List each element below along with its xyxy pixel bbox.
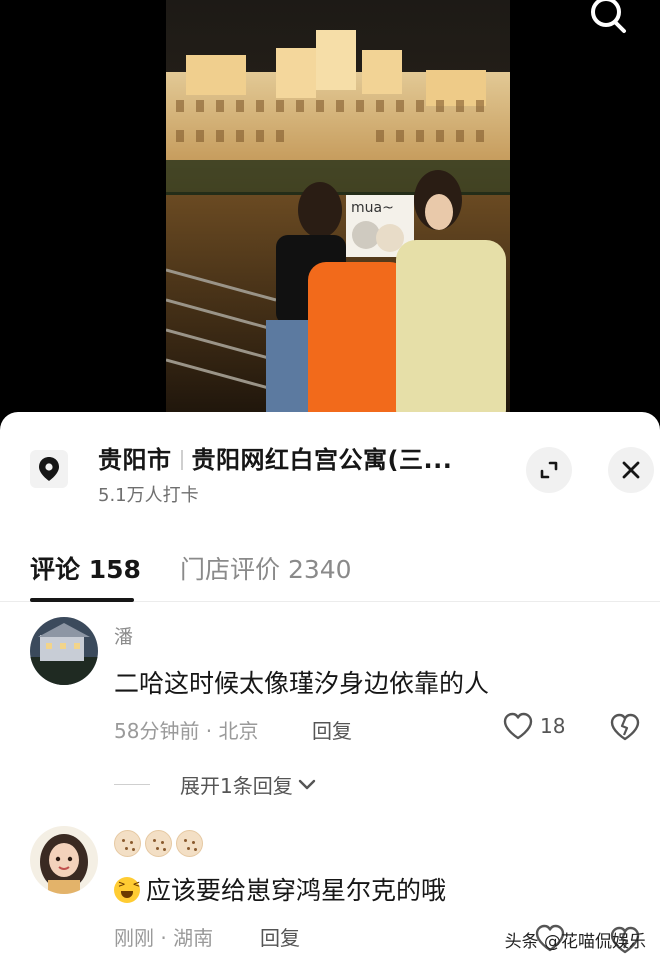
cookie-emoji-icon <box>145 830 172 857</box>
tab-bar: 评论 158 门店评价 2340 <box>0 542 660 602</box>
comment-text-body: 应该要给崽穿鸿星尔克的哦 <box>146 876 447 905</box>
close-icon <box>622 461 640 479</box>
laughing-emoji-icon <box>114 877 142 903</box>
search-button[interactable] <box>586 0 630 40</box>
location-pin-badge <box>30 450 68 488</box>
commenter-name[interactable] <box>114 830 203 857</box>
watermark: 头条 @花喵侃娱乐 <box>504 932 646 952</box>
expand-button[interactable] <box>526 447 572 493</box>
active-tab-indicator <box>30 598 134 602</box>
expand-replies-label: 展开1条回复 <box>180 774 293 798</box>
location-sheet: 贵阳市 贵阳网红白宫公寓(三... 5.1万人打卡 评论 158 门店评价 234… <box>0 412 660 964</box>
like-button[interactable]: 18 <box>502 712 565 740</box>
expand-icon <box>540 461 558 479</box>
reply-button[interactable]: 回复 <box>260 922 300 951</box>
avatar-image <box>30 826 98 894</box>
location-photo[interactable]: mua~ <box>166 0 510 430</box>
location-pin-icon <box>39 457 59 481</box>
search-icon <box>591 0 626 33</box>
close-button[interactable] <box>608 447 654 493</box>
checkin-count: 5.1万人打卡 <box>98 485 199 506</box>
photo-area: mua~ <box>0 0 660 430</box>
tab-comments-count: 158 <box>88 555 141 584</box>
avatar[interactable] <box>30 826 98 894</box>
photo-illustration: mua~ <box>166 0 510 430</box>
tab-comments[interactable]: 评论 158 <box>30 550 141 586</box>
cookie-emoji-icon <box>114 830 141 857</box>
location-title[interactable]: 贵阳市 贵阳网红白宫公寓(三... <box>98 440 452 475</box>
chevron-down-icon <box>298 779 315 789</box>
comment-meta: 刚刚 · 湖南 <box>114 926 214 950</box>
tab-store-reviews[interactable]: 门店评价 2340 <box>180 550 352 586</box>
title-divider <box>180 450 183 470</box>
heart-icon <box>503 712 533 740</box>
avatar-image <box>30 617 98 685</box>
tab-reviews-label: 门店评价 <box>180 555 281 584</box>
location-place: 贵阳网红白宫公寓(三... <box>191 446 453 474</box>
reply-divider <box>114 784 150 785</box>
location-city: 贵阳市 <box>98 446 172 474</box>
dislike-button[interactable] <box>610 713 640 745</box>
broken-heart-icon <box>610 713 640 741</box>
tab-reviews-count: 2340 <box>287 555 352 584</box>
avatar[interactable] <box>30 617 98 685</box>
like-count: 18 <box>540 714 566 738</box>
cookie-emoji-icon <box>176 830 203 857</box>
expand-replies-button[interactable]: 展开1条回复 <box>114 770 317 799</box>
tab-comments-label: 评论 <box>30 555 81 584</box>
comment-item: 潘 二哈这时候太像瑾汐身边依靠的人 58分钟前 · 北京 回复 18 展开1条回… <box>0 617 660 807</box>
commenter-name[interactable]: 潘 <box>114 622 133 649</box>
sticker-text: mua~ <box>351 200 394 216</box>
location-header[interactable]: 贵阳市 贵阳网红白宫公寓(三... 5.1万人打卡 <box>0 412 660 522</box>
comment-meta: 58分钟前 · 北京 <box>114 719 259 743</box>
comment-text: 二哈这时候太像瑾汐身边依靠的人 <box>114 669 490 698</box>
reply-button[interactable]: 回复 <box>312 715 352 744</box>
comment-text: 应该要给崽穿鸿星尔克的哦 <box>114 871 446 907</box>
